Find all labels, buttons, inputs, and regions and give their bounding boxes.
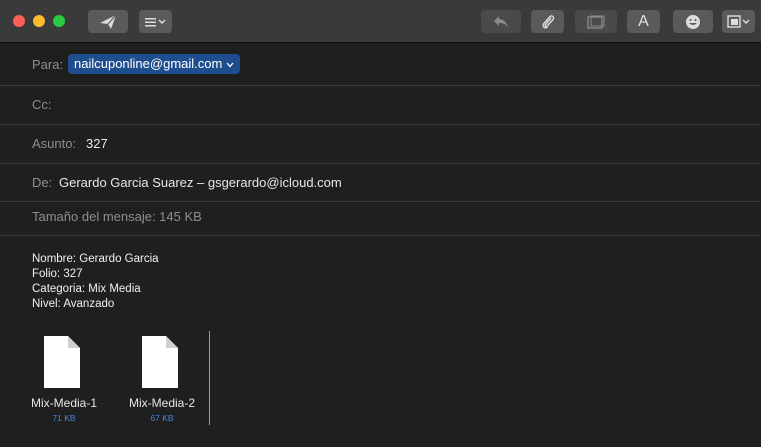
header-fields-icon bbox=[144, 16, 168, 28]
attach-icon bbox=[541, 13, 555, 31]
body-line-category: Categoria: Mix Media bbox=[32, 283, 141, 295]
text-cursor bbox=[209, 331, 210, 425]
subject-value: 327 bbox=[86, 136, 108, 151]
body-line-folio: Folio: 327 bbox=[32, 268, 83, 280]
document-icon bbox=[44, 336, 80, 393]
to-label: Para: bbox=[32, 57, 64, 72]
attachment-size: 71 KB bbox=[52, 413, 76, 423]
from-row[interactable]: De: Gerardo Garcia Suarez – gsgerardo@ic… bbox=[0, 164, 761, 202]
format-button[interactable]: A bbox=[627, 10, 660, 33]
toolbar: A bbox=[0, 0, 761, 43]
send-icon bbox=[99, 14, 117, 30]
from-value: Gerardo Garcia Suarez – gsgerardo@icloud… bbox=[59, 175, 342, 190]
media-icon bbox=[726, 14, 751, 29]
photo-browser-button[interactable] bbox=[575, 10, 617, 33]
cc-row[interactable]: Cc: bbox=[0, 86, 761, 125]
photo-browser-icon bbox=[587, 15, 605, 29]
emoji-icon bbox=[685, 14, 701, 30]
body-line-level: Nivel: Avanzado bbox=[32, 298, 115, 310]
subject-row[interactable]: Asunto: 327 bbox=[0, 125, 761, 164]
emoji-button[interactable] bbox=[673, 10, 713, 33]
to-recipient-token[interactable]: nailcuponline@gmail.com bbox=[68, 54, 241, 74]
message-size-text: Tamaño del mensaje: 145 KB bbox=[32, 209, 202, 224]
attachment-size: 67 KB bbox=[150, 413, 174, 423]
from-label: De: bbox=[32, 175, 53, 190]
attachment-name: Mix-Media-2 bbox=[128, 396, 195, 410]
chevron-down-icon bbox=[226, 54, 234, 74]
header-fields-button[interactable] bbox=[139, 10, 172, 33]
zoom-window-button[interactable] bbox=[53, 15, 65, 27]
to-row: Para: nailcuponline@gmail.com bbox=[0, 46, 761, 86]
message-body[interactable]: Nombre: Gerardo Garcia Folio: 327 Catego… bbox=[32, 252, 159, 312]
body-line-name: Nombre: Gerardo Garcia bbox=[32, 253, 159, 265]
subject-label: Asunto: bbox=[32, 136, 77, 151]
close-window-button[interactable] bbox=[13, 15, 25, 27]
attachment-mix-media-1[interactable]: Mix-Media-1 71 KB bbox=[22, 332, 106, 424]
format-icon: A bbox=[638, 12, 649, 30]
reply-button[interactable] bbox=[481, 10, 521, 33]
attachment-mix-media-2[interactable]: Mix-Media-2 67 KB bbox=[120, 332, 204, 424]
document-icon bbox=[142, 336, 178, 393]
attachment-name: Mix-Media-1 bbox=[30, 396, 97, 410]
message-size-row: Tamaño del mensaje: 145 KB bbox=[0, 202, 761, 236]
reply-icon bbox=[493, 15, 509, 29]
send-button[interactable] bbox=[88, 10, 128, 33]
media-button[interactable] bbox=[722, 10, 755, 33]
attach-button[interactable] bbox=[531, 10, 564, 33]
to-recipient-value: nailcuponline@gmail.com bbox=[74, 56, 223, 71]
minimize-window-button[interactable] bbox=[33, 15, 45, 27]
cc-label: Cc: bbox=[32, 97, 52, 112]
